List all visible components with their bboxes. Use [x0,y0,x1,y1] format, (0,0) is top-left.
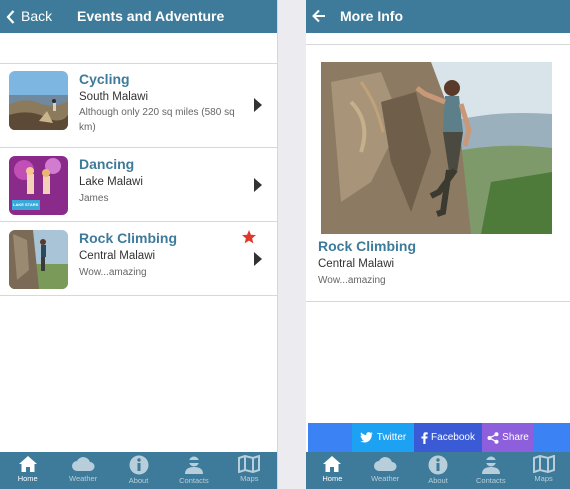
share-icon [487,431,499,444]
item-name: Cycling [79,71,130,87]
item-description: Although only 220 sq miles (580 sq km) [79,107,235,133]
tab-contacts[interactable]: Contacts [464,452,517,489]
chevron-left-icon [6,9,15,24]
header-bar: More Info [306,0,570,33]
tab-label: Weather [371,474,400,483]
events-list-screen: Back Events and Adventure Cycling South … [0,0,278,489]
tab-label: Weather [69,474,98,483]
cycling-thumbnail [9,71,68,130]
tab-home[interactable]: Home [306,452,359,489]
rock-climbing-photo [321,62,552,234]
tab-about[interactable]: About [412,452,465,489]
detail-location: Central Malawi [318,258,395,270]
twitter-button[interactable]: Twitter [352,423,414,452]
tab-label: Contacts [179,476,209,485]
tab-contacts[interactable]: Contacts [166,452,221,489]
bottom-tab-bar: Home Weather About Contacts Maps [306,452,570,489]
list-item-cycling[interactable]: Cycling South Malawi Although only 220 s… [0,64,277,148]
list-item-dancing[interactable]: LAKE STARS Dancing Lake Malawi James [0,148,277,222]
item-location: Central Malawi [79,250,156,262]
twitter-label: Twitter [376,432,407,443]
contact-icon [481,456,500,474]
tab-home[interactable]: Home [0,452,55,489]
tab-label: Home [322,474,343,483]
events-list: Cycling South Malawi Although only 220 s… [0,64,277,296]
item-description: Wow...amazing [79,267,147,278]
detail-name: Rock Climbing [318,238,417,254]
chevron-right-icon [254,98,262,112]
tab-maps[interactable]: Maps [222,452,277,489]
contact-icon [184,456,203,474]
tab-label: Home [17,474,38,483]
dancing-thumbnail: LAKE STARS [9,156,68,215]
thumb-logo-text: LAKE STARS [13,202,39,207]
rock-climbing-thumbnail [9,230,68,289]
tab-label: Maps [240,474,259,483]
bottom-tab-bar: Home Weather About Contacts Maps [0,452,277,489]
home-icon [323,456,342,472]
tab-weather[interactable]: Weather [359,452,412,489]
back-label: Back [21,8,53,24]
more-info-screen: More Info Rock Climbing Central Malawi W… [306,0,570,489]
cloud-icon [72,457,95,471]
chevron-right-icon [254,178,262,192]
info-icon [428,455,448,475]
share-button[interactable]: Share [482,423,534,452]
header-bar: Back Events and Adventure [0,0,277,33]
cloud-icon [374,457,397,471]
tab-label: Contacts [475,476,506,485]
facebook-button[interactable]: Facebook [414,423,482,452]
facebook-label: Facebook [431,432,475,443]
chevron-right-icon [254,252,262,266]
twitter-icon [359,432,373,443]
item-location: South Malawi [79,91,149,103]
tab-maps[interactable]: Maps [517,452,570,489]
page-title: Events and Adventure [77,8,225,24]
item-name: Dancing [79,156,135,172]
tab-label: Maps [534,474,553,483]
map-icon [238,455,261,473]
favorite-star-icon[interactable] [241,229,257,245]
detail-card: Rock Climbing Central Malawi Wow...amazi… [306,44,570,302]
map-icon [532,455,555,473]
spacer-bar [0,33,277,64]
item-location: Lake Malawi [79,176,143,188]
tab-about[interactable]: About [111,452,166,489]
share-label: Share [502,432,529,443]
tab-label: About [128,476,149,485]
list-item-rock-climbing[interactable]: Rock Climbing Central Malawi Wow...amazi… [0,222,277,296]
item-description: James [79,193,109,204]
page-title: More Info [340,8,403,24]
tab-label: About [428,476,448,485]
detail-description: Wow...amazing [318,275,386,286]
info-icon [129,455,149,475]
share-bar: Twitter Facebook Share [308,423,570,452]
item-name: Rock Climbing [79,230,178,246]
back-button[interactable]: Back [6,0,52,33]
tab-weather[interactable]: Weather [55,452,110,489]
facebook-icon [421,431,428,444]
home-icon [18,456,37,472]
arrow-left-icon[interactable] [312,9,326,23]
